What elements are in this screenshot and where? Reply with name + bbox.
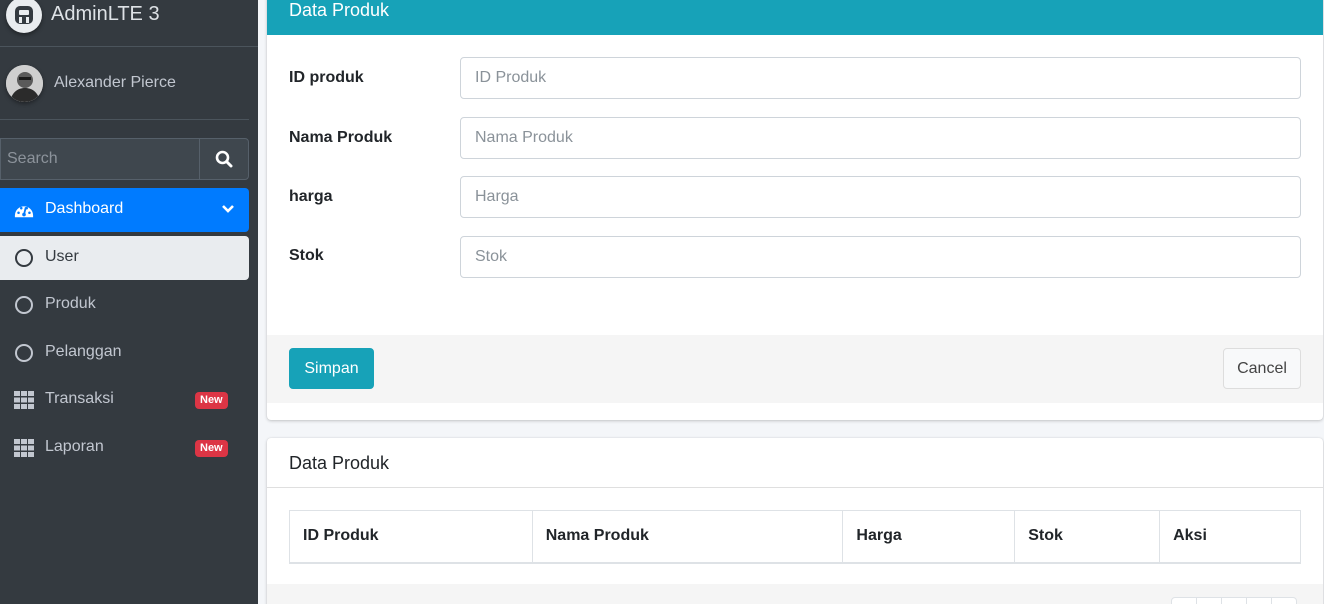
table-header-row: ID Produk Nama Produk Harga Stok Aksi: [289, 510, 1301, 564]
card-header: Data Produk: [267, 438, 1323, 488]
brand-link[interactable]: AdminLTE 3: [0, 0, 258, 47]
sidebar-item-label: Dashboard: [45, 200, 124, 217]
search-input[interactable]: [0, 138, 200, 180]
sidebar-item-label: Produk: [45, 295, 96, 312]
user-panel: Alexander Pierce: [0, 47, 249, 120]
column-header-nama-produk[interactable]: Nama Produk: [531, 510, 844, 564]
id-produk-input[interactable]: [460, 57, 1301, 99]
brand-text: AdminLTE 3: [51, 3, 160, 25]
circle-icon: [14, 248, 34, 268]
column-header-stok[interactable]: Stok: [1014, 510, 1161, 564]
sidebar-item-laporan[interactable]: Laporan New: [0, 426, 249, 470]
nama-produk-input[interactable]: [460, 117, 1301, 159]
column-header-id-produk[interactable]: ID Produk: [289, 510, 533, 564]
card-title: Data Produk: [289, 453, 390, 473]
pagination-button[interactable]: [1271, 597, 1297, 604]
sidebar-item-label: Pelanggan: [45, 343, 122, 360]
circle-icon: [14, 343, 34, 363]
pagination-button[interactable]: [1246, 597, 1272, 604]
search-button[interactable]: [199, 138, 249, 180]
product-form-card: Data Produk ID produk Nama Produk harga …: [267, 0, 1323, 420]
card-title: Data Produk: [289, 0, 390, 20]
tachometer-icon: [14, 200, 34, 220]
product-table-card: Data Produk ID Produk Nama Produk Harga …: [267, 438, 1323, 604]
adminlte-logo-icon: [6, 0, 42, 33]
stok-label: Stok: [289, 247, 324, 264]
sidebar-item-label: Transaksi: [45, 390, 114, 407]
chevron-down-icon: [221, 202, 235, 221]
nama-produk-label: Nama Produk: [289, 129, 393, 146]
sidebar: AdminLTE 3 Alexander Pierce Search Dashb…: [0, 0, 258, 604]
avatar[interactable]: [6, 65, 43, 102]
sidebar-item-label: User: [45, 248, 79, 265]
harga-input[interactable]: [460, 176, 1301, 218]
new-badge: New: [195, 440, 228, 457]
sidebar-item-user[interactable]: User: [0, 236, 249, 280]
pagination-button[interactable]: [1196, 597, 1222, 604]
sidebar-item-transaksi[interactable]: Transaksi New: [0, 378, 249, 422]
pagination-button[interactable]: [1171, 597, 1197, 604]
search-icon: [215, 150, 233, 168]
harga-label: harga: [289, 188, 333, 205]
column-header-harga[interactable]: Harga: [842, 510, 1016, 564]
sidebar-search: [0, 138, 249, 180]
sidebar-item-pelanggan[interactable]: Pelanggan: [0, 331, 249, 375]
save-button[interactable]: Simpan: [289, 348, 374, 389]
sidebar-item-dashboard[interactable]: Dashboard: [0, 188, 249, 232]
product-table: ID Produk Nama Produk Harga Stok Aksi: [289, 510, 1301, 564]
sidebar-item-produk[interactable]: Produk: [0, 283, 249, 327]
sidebar-item-label: Laporan: [45, 438, 104, 455]
card-footer: [267, 584, 1323, 604]
th-grid-icon: [14, 390, 34, 410]
card-header: Data Produk: [267, 0, 1323, 35]
user-name[interactable]: Alexander Pierce: [54, 74, 176, 92]
new-badge: New: [195, 392, 228, 409]
circle-icon: [14, 295, 34, 315]
th-grid-icon: [14, 438, 34, 458]
id-produk-label: ID produk: [289, 69, 364, 86]
stok-input[interactable]: [460, 236, 1301, 278]
column-header-aksi[interactable]: Aksi: [1159, 510, 1301, 564]
card-footer: Simpan Cancel: [267, 335, 1323, 403]
pagination-button[interactable]: [1221, 597, 1247, 604]
cancel-button[interactable]: Cancel: [1223, 348, 1301, 389]
